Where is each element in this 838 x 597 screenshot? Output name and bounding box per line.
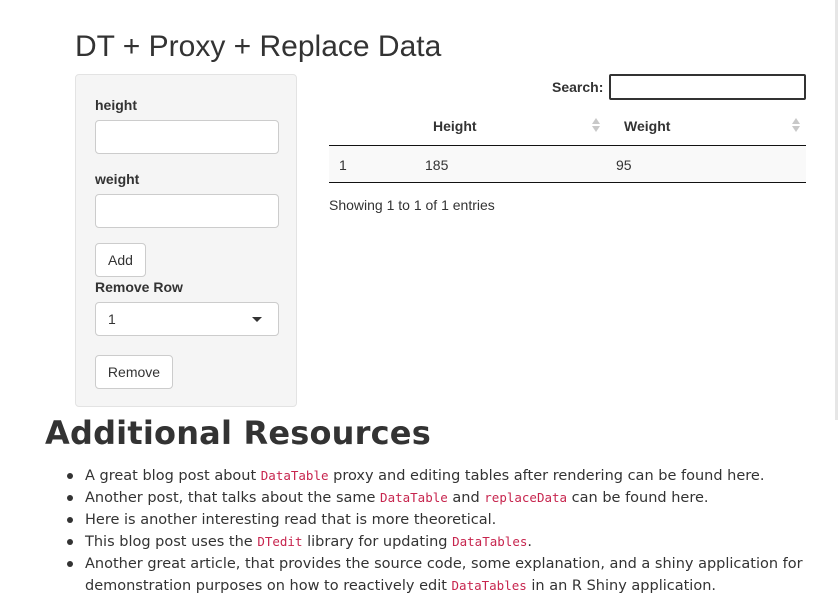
list-item: A great blog post about DataTable proxy … (67, 465, 825, 487)
resources-list: A great blog post about DataTable proxy … (67, 465, 825, 597)
list-item: Another post, that talks about the same … (67, 487, 825, 509)
column-header-weight[interactable]: Weight (624, 118, 670, 134)
table-info: Showing 1 to 1 of 1 entries (329, 197, 495, 213)
table-cell: 185 (425, 157, 449, 173)
caret-down-icon (252, 317, 262, 322)
item-text: and (447, 490, 485, 506)
code-datatables: DataTables (451, 578, 527, 593)
remove-row-selected-value: 1 (108, 311, 116, 327)
resources-heading: Additional Resources (45, 414, 431, 452)
column-header-height[interactable]: Height (433, 118, 477, 134)
item-text: . (527, 534, 532, 550)
table-header: Height Weight (329, 107, 806, 146)
item-text: in an R Shiny application. (526, 578, 716, 594)
table-row[interactable]: 1 185 95 (329, 146, 806, 183)
height-label: height (95, 97, 137, 113)
remove-row-label: Remove Row (95, 279, 183, 295)
list-item: Here is another interesting read that is… (67, 509, 825, 531)
code-datatables: DataTables (452, 534, 528, 549)
table-cell: 95 (616, 157, 632, 173)
list-item: This blog post uses the DTedit library f… (67, 531, 825, 553)
item-text: Another post, that talks about the same (85, 490, 381, 506)
weight-input[interactable] (95, 194, 279, 228)
item-text[interactable]: proxy and editing tables after rendering… (329, 468, 764, 484)
sort-both-icon[interactable] (792, 117, 800, 133)
height-input[interactable] (95, 120, 279, 154)
weight-label: weight (95, 171, 140, 187)
sidebar-panel: height weight Add Remove Row 1 Remove (75, 74, 297, 407)
code-datatable: DataTable (380, 490, 448, 505)
page-title: DT + Proxy + Replace Data (75, 30, 442, 63)
item-text: library for updating (302, 534, 453, 550)
code-datatable: DataTable (260, 468, 329, 483)
add-button[interactable]: Add (95, 243, 146, 277)
data-table: Height Weight 1 185 95 (329, 107, 806, 183)
sort-both-icon[interactable] (592, 117, 600, 133)
table-cell: 1 (339, 157, 347, 173)
remove-button[interactable]: Remove (95, 355, 173, 389)
item-text[interactable]: can be found here. (567, 490, 709, 506)
search-input[interactable] (609, 74, 806, 100)
list-item: Another great article, that provides the… (67, 553, 825, 597)
code-replacedata: replaceData (484, 490, 568, 505)
remove-row-select[interactable]: 1 (95, 302, 279, 336)
code-dtedit: DTedit (257, 534, 303, 549)
item-text: A great blog post about (85, 468, 261, 484)
search-label: Search: (552, 79, 604, 95)
item-text[interactable]: Here is another interesting read that is… (85, 512, 496, 528)
item-text: This blog post uses the (85, 534, 258, 550)
